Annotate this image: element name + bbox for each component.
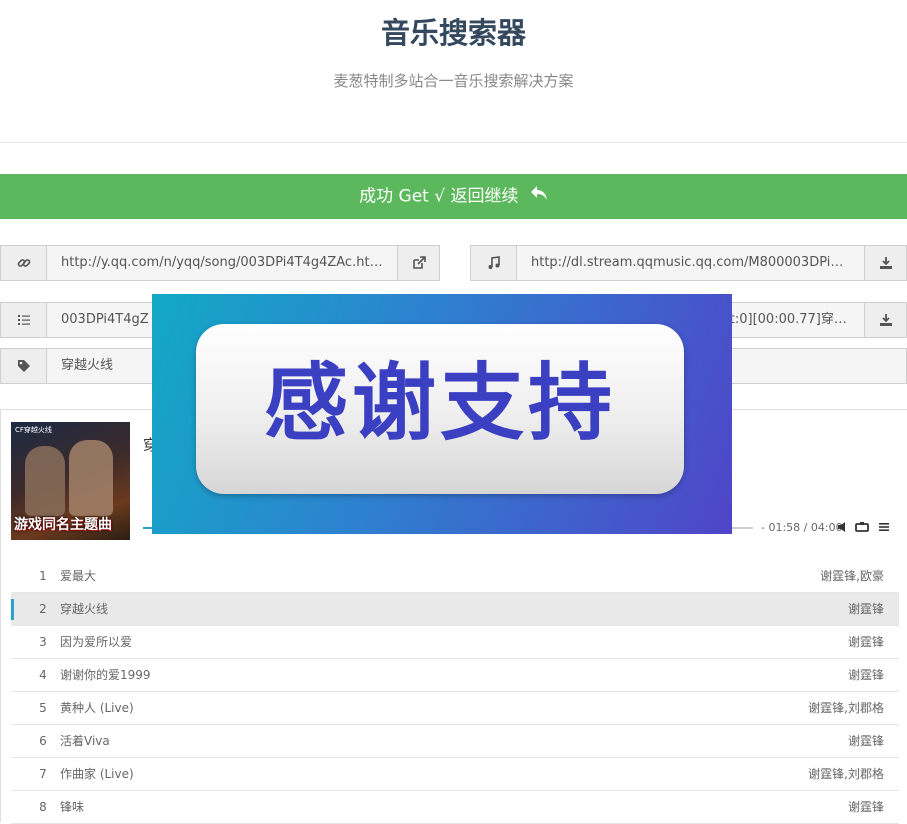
track-number: 3	[39, 635, 47, 649]
list-icon	[1, 303, 47, 337]
playlist-item[interactable]: 5 黄种人 (Live) 谢霆锋,刘郡格	[11, 692, 899, 725]
track-name: 作曲家 (Live)	[60, 767, 134, 781]
audio-url-field: http://dl.stream.qqmusic.qq.com/M800003D…	[470, 245, 907, 281]
track-number: 5	[39, 701, 47, 715]
external-link-icon[interactable]	[397, 246, 439, 280]
track-artist: 谢霆锋,刘郡格	[808, 767, 884, 781]
album-cover: CF穿越火线 游戏同名主题曲	[11, 422, 130, 540]
song-link-value[interactable]: http://y.qq.com/n/yqq/song/003DPi4T4g4ZA…	[47, 246, 397, 280]
track-artist: 谢霆锋	[847, 635, 884, 649]
cover-caption: 游戏同名主题曲	[14, 517, 112, 533]
playlist-item[interactable]: 4 谢谢你的爱1999 谢霆锋	[11, 659, 899, 692]
tag-icon	[1, 349, 47, 383]
playlist-item[interactable]: 7 作曲家 (Live) 谢霆锋,刘郡格	[11, 758, 899, 791]
track-name: 活着Viva	[60, 734, 110, 748]
cover-logo: CF穿越火线	[15, 426, 52, 434]
link-icon	[1, 246, 47, 280]
page-title: 音乐搜索器	[380, 16, 526, 50]
playlist-menu-icon[interactable]	[877, 520, 891, 534]
page-header: 音乐搜索器 麦葱特制多站合一音乐搜索解决方案	[0, 0, 907, 143]
success-label: 成功 Get √ 返回继续	[359, 186, 519, 207]
track-number: 1	[39, 569, 47, 583]
playlist-item[interactable]: 2 穿越火线 谢霆锋	[11, 593, 899, 626]
volume-icon[interactable]	[836, 520, 850, 534]
playlist-item[interactable]: 6 活着Viva 谢霆锋	[11, 725, 899, 758]
track-number: 8	[39, 800, 47, 814]
track-name: 黄种人 (Live)	[60, 701, 134, 715]
track-name: 锋味	[60, 800, 85, 814]
page-subtitle: 麦葱特制多站合一音乐搜索解决方案	[333, 72, 574, 90]
audio-url-value[interactable]: http://dl.stream.qqmusic.qq.com/M800003D…	[517, 246, 864, 280]
music-note-icon	[471, 246, 517, 280]
track-artist: 谢霆锋	[847, 800, 884, 814]
track-artist: 谢霆锋,欧豪	[820, 569, 884, 583]
playlist-item[interactable]: 8 锋味 谢霆锋	[11, 791, 899, 824]
track-name: 穿越火线	[60, 602, 109, 616]
cover-figure	[69, 440, 113, 516]
loop-icon[interactable]	[855, 520, 869, 534]
track-name: 谢谢你的爱1999	[60, 668, 151, 682]
thanks-overlay-image: 感谢支持	[152, 294, 732, 534]
track-number: 6	[39, 734, 47, 748]
track-artist: 谢霆锋,刘郡格	[808, 701, 884, 715]
track-number: 2	[39, 602, 47, 616]
playlist: 1 爱最大 谢霆锋,欧豪 2 穿越火线 谢霆锋 3 因为爱所以爱 谢霆锋 4 谢谢你的爱199…	[11, 560, 899, 824]
track-artist: 谢霆锋	[847, 668, 884, 682]
cover-figure	[25, 446, 65, 516]
track-number: 7	[39, 767, 47, 781]
reply-arrow-icon	[530, 174, 548, 219]
track-name: 因为爱所以爱	[60, 635, 133, 649]
time-display: - 01:58 / 04:00	[761, 521, 843, 534]
download-icon[interactable]	[864, 303, 906, 337]
thanks-text: 感谢支持	[263, 354, 616, 452]
track-artist: 谢霆锋	[847, 602, 884, 616]
track-number: 4	[39, 668, 47, 682]
track-artist: 谢霆锋	[847, 734, 884, 748]
playlist-item[interactable]: 1 爱最大 谢霆锋,欧豪	[11, 560, 899, 593]
thanks-panel: 感谢支持	[196, 324, 684, 494]
download-icon[interactable]	[864, 246, 906, 280]
song-link-field: http://y.qq.com/n/yqq/song/003DPi4T4g4ZA…	[0, 245, 440, 281]
track-name: 爱最大	[60, 569, 97, 583]
success-return-button[interactable]: 成功 Get √ 返回继续	[0, 174, 907, 219]
playlist-item[interactable]: 3 因为爱所以爱 谢霆锋	[11, 626, 899, 659]
